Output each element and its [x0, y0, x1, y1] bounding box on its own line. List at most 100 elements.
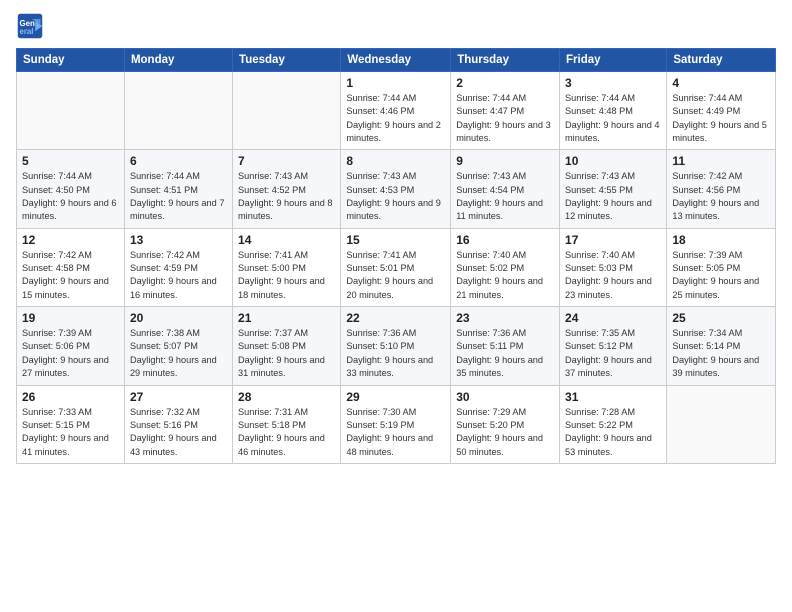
day-info: Sunrise: 7:40 AM Sunset: 5:02 PM Dayligh…	[456, 249, 554, 302]
day-number: 3	[565, 76, 661, 90]
day-number: 29	[346, 390, 445, 404]
calendar-cell: 8 Sunrise: 7:43 AM Sunset: 4:53 PM Daylig…	[341, 150, 451, 228]
day-info: Sunrise: 7:42 AM Sunset: 4:59 PM Dayligh…	[130, 249, 227, 302]
day-info: Sunrise: 7:36 AM Sunset: 5:10 PM Dayligh…	[346, 327, 445, 380]
calendar-cell	[124, 72, 232, 150]
calendar-cell: 26 Sunrise: 7:33 AM Sunset: 5:15 PM Dayli…	[17, 385, 125, 463]
day-number: 1	[346, 76, 445, 90]
day-number: 25	[672, 311, 770, 325]
day-number: 12	[22, 233, 119, 247]
day-number: 7	[238, 154, 335, 168]
day-number: 28	[238, 390, 335, 404]
calendar-cell: 4 Sunrise: 7:44 AM Sunset: 4:49 PM Daylig…	[667, 72, 776, 150]
day-number: 30	[456, 390, 554, 404]
calendar-cell: 1 Sunrise: 7:44 AM Sunset: 4:46 PM Daylig…	[341, 72, 451, 150]
calendar-table: SundayMondayTuesdayWednesdayThursdayFrid…	[16, 48, 776, 464]
day-info: Sunrise: 7:42 AM Sunset: 4:58 PM Dayligh…	[22, 249, 119, 302]
calendar-cell: 31Sunrise: 7:28 AM Sunset: 5:22 PM Dayli…	[560, 385, 667, 463]
calendar-cell: 17Sunrise: 7:40 AM Sunset: 5:03 PM Dayli…	[560, 228, 667, 306]
week-row-1: 1 Sunrise: 7:44 AM Sunset: 4:46 PM Daylig…	[17, 72, 776, 150]
calendar-cell: 29 Sunrise: 7:30 AM Sunset: 5:19 PM Dayli…	[341, 385, 451, 463]
day-number: 22	[346, 311, 445, 325]
weekday-header-saturday: Saturday	[667, 49, 776, 72]
calendar-cell: 9 Sunrise: 7:43 AM Sunset: 4:54 PM Daylig…	[451, 150, 560, 228]
calendar-cell	[233, 72, 341, 150]
day-number: 11	[672, 154, 770, 168]
week-row-3: 12 Sunrise: 7:42 AM Sunset: 4:58 PM Dayli…	[17, 228, 776, 306]
weekday-header-friday: Friday	[560, 49, 667, 72]
day-info: Sunrise: 7:32 AM Sunset: 5:16 PM Dayligh…	[130, 406, 227, 459]
day-info: Sunrise: 7:38 AM Sunset: 5:07 PM Dayligh…	[130, 327, 227, 380]
calendar-cell	[17, 72, 125, 150]
calendar-cell: 3 Sunrise: 7:44 AM Sunset: 4:48 PM Daylig…	[560, 72, 667, 150]
calendar-cell: 15 Sunrise: 7:41 AM Sunset: 5:01 PM Dayli…	[341, 228, 451, 306]
svg-text:eral: eral	[20, 27, 34, 36]
calendar-cell: 19 Sunrise: 7:39 AM Sunset: 5:06 PM Dayli…	[17, 307, 125, 385]
week-row-2: 5Sunrise: 7:44 AM Sunset: 4:50 PM Daylig…	[17, 150, 776, 228]
day-number: 16	[456, 233, 554, 247]
page: Gen eral SundayMondayTuesdayWednesdayThu…	[0, 0, 792, 612]
day-info: Sunrise: 7:43 AM Sunset: 4:53 PM Dayligh…	[346, 170, 445, 223]
day-info: Sunrise: 7:43 AM Sunset: 4:52 PM Dayligh…	[238, 170, 335, 223]
day-number: 10	[565, 154, 661, 168]
calendar-cell: 25Sunrise: 7:34 AM Sunset: 5:14 PM Dayli…	[667, 307, 776, 385]
day-info: Sunrise: 7:41 AM Sunset: 5:00 PM Dayligh…	[238, 249, 335, 302]
week-row-4: 19 Sunrise: 7:39 AM Sunset: 5:06 PM Dayli…	[17, 307, 776, 385]
calendar-cell: 20 Sunrise: 7:38 AM Sunset: 5:07 PM Dayli…	[124, 307, 232, 385]
day-info: Sunrise: 7:30 AM Sunset: 5:19 PM Dayligh…	[346, 406, 445, 459]
calendar-cell: 12 Sunrise: 7:42 AM Sunset: 4:58 PM Dayli…	[17, 228, 125, 306]
calendar-cell: 7 Sunrise: 7:43 AM Sunset: 4:52 PM Daylig…	[233, 150, 341, 228]
weekday-header-tuesday: Tuesday	[233, 49, 341, 72]
day-info: Sunrise: 7:43 AM Sunset: 4:54 PM Dayligh…	[456, 170, 554, 223]
day-number: 6	[130, 154, 227, 168]
day-number: 9	[456, 154, 554, 168]
day-number: 26	[22, 390, 119, 404]
day-number: 15	[346, 233, 445, 247]
day-info: Sunrise: 7:41 AM Sunset: 5:01 PM Dayligh…	[346, 249, 445, 302]
day-info: Sunrise: 7:36 AM Sunset: 5:11 PM Dayligh…	[456, 327, 554, 380]
day-info: Sunrise: 7:42 AM Sunset: 4:56 PM Dayligh…	[672, 170, 770, 223]
calendar-cell: 13 Sunrise: 7:42 AM Sunset: 4:59 PM Dayli…	[124, 228, 232, 306]
day-info: Sunrise: 7:39 AM Sunset: 5:06 PM Dayligh…	[22, 327, 119, 380]
day-number: 13	[130, 233, 227, 247]
day-info: Sunrise: 7:39 AM Sunset: 5:05 PM Dayligh…	[672, 249, 770, 302]
day-info: Sunrise: 7:43 AM Sunset: 4:55 PM Dayligh…	[565, 170, 661, 223]
day-number: 5	[22, 154, 119, 168]
day-number: 18	[672, 233, 770, 247]
day-info: Sunrise: 7:44 AM Sunset: 4:48 PM Dayligh…	[565, 92, 661, 145]
day-info: Sunrise: 7:44 AM Sunset: 4:46 PM Dayligh…	[346, 92, 445, 145]
calendar-cell: 5Sunrise: 7:44 AM Sunset: 4:50 PM Daylig…	[17, 150, 125, 228]
day-info: Sunrise: 7:29 AM Sunset: 5:20 PM Dayligh…	[456, 406, 554, 459]
day-number: 20	[130, 311, 227, 325]
day-number: 23	[456, 311, 554, 325]
day-number: 27	[130, 390, 227, 404]
logo-icon: Gen eral	[16, 12, 44, 40]
calendar-cell: 21 Sunrise: 7:37 AM Sunset: 5:08 PM Dayli…	[233, 307, 341, 385]
day-number: 19	[22, 311, 119, 325]
day-number: 21	[238, 311, 335, 325]
weekday-header-row: SundayMondayTuesdayWednesdayThursdayFrid…	[17, 49, 776, 72]
weekday-header-thursday: Thursday	[451, 49, 560, 72]
day-number: 8	[346, 154, 445, 168]
weekday-header-wednesday: Wednesday	[341, 49, 451, 72]
calendar-cell: 18 Sunrise: 7:39 AM Sunset: 5:05 PM Dayli…	[667, 228, 776, 306]
weekday-header-sunday: Sunday	[17, 49, 125, 72]
day-number: 17	[565, 233, 661, 247]
calendar-cell: 28Sunrise: 7:31 AM Sunset: 5:18 PM Dayli…	[233, 385, 341, 463]
calendar-cell: 23 Sunrise: 7:36 AM Sunset: 5:11 PM Dayli…	[451, 307, 560, 385]
logo: Gen eral	[16, 12, 48, 40]
day-info: Sunrise: 7:37 AM Sunset: 5:08 PM Dayligh…	[238, 327, 335, 380]
day-info: Sunrise: 7:44 AM Sunset: 4:51 PM Dayligh…	[130, 170, 227, 223]
day-number: 4	[672, 76, 770, 90]
week-row-5: 26 Sunrise: 7:33 AM Sunset: 5:15 PM Dayli…	[17, 385, 776, 463]
calendar-cell: 14 Sunrise: 7:41 AM Sunset: 5:00 PM Dayli…	[233, 228, 341, 306]
weekday-header-monday: Monday	[124, 49, 232, 72]
calendar-cell: 24Sunrise: 7:35 AM Sunset: 5:12 PM Dayli…	[560, 307, 667, 385]
day-number: 14	[238, 233, 335, 247]
day-info: Sunrise: 7:33 AM Sunset: 5:15 PM Dayligh…	[22, 406, 119, 459]
calendar-cell: 22 Sunrise: 7:36 AM Sunset: 5:10 PM Dayli…	[341, 307, 451, 385]
day-number: 2	[456, 76, 554, 90]
day-number: 24	[565, 311, 661, 325]
day-info: Sunrise: 7:44 AM Sunset: 4:49 PM Dayligh…	[672, 92, 770, 145]
calendar-cell: 27 Sunrise: 7:32 AM Sunset: 5:16 PM Dayli…	[124, 385, 232, 463]
